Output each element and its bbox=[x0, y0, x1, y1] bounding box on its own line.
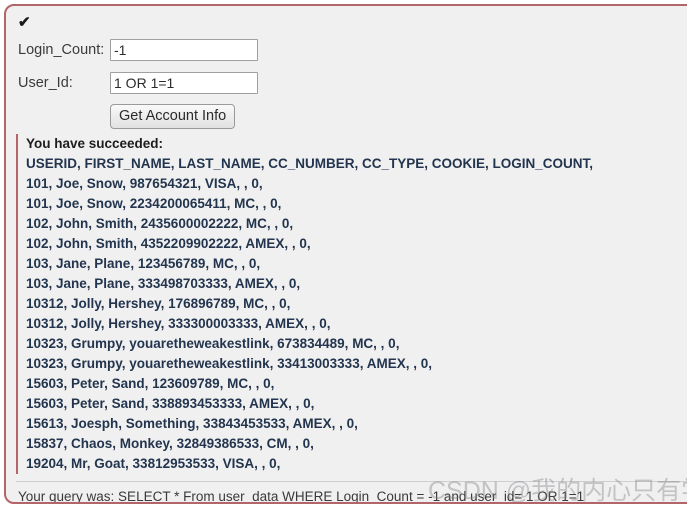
status-row: ✔ bbox=[6, 6, 687, 36]
check-icon: ✔ bbox=[18, 14, 31, 31]
login-count-label: Login_Count: bbox=[18, 42, 105, 58]
result-row: 10323, Grumpy, youaretheweakestlink, 673… bbox=[26, 336, 400, 351]
result-row: 101, Joe, Snow, 2234200065411, MC, , 0, bbox=[26, 196, 282, 211]
result-row: 101, Joe, Snow, 987654321, VISA, , 0, bbox=[26, 176, 263, 191]
result-row: 10312, Jolly, Hershey, 176896789, MC, , … bbox=[26, 296, 291, 311]
user-id-input[interactable] bbox=[110, 72, 258, 94]
result-row: 103, Jane, Plane, 333498703333, AMEX, , … bbox=[26, 276, 301, 291]
query-text: Your query was: SELECT * From user_data … bbox=[18, 489, 585, 504]
result-row: 15603, Peter, Sand, 123609789, MC, , 0, bbox=[26, 376, 275, 391]
result-row: 102, John, Smith, 4352209902222, AMEX, ,… bbox=[26, 236, 311, 251]
lesson-panel: ✔ Login_Count: User_Id: Get Account Info… bbox=[4, 4, 687, 504]
result-row: 15613, Joesph, Something, 33843453533, A… bbox=[26, 416, 358, 431]
get-account-info-button[interactable]: Get Account Info bbox=[110, 103, 236, 129]
result-row: 10323, Grumpy, youaretheweakestlink, 334… bbox=[26, 356, 432, 371]
success-message: You have succeeded: bbox=[26, 136, 164, 151]
result-row: 15603, Peter, Sand, 338893453333, AMEX, … bbox=[26, 396, 315, 411]
form-row-login-count: Login_Count: bbox=[18, 38, 687, 62]
result-row: 10312, Jolly, Hershey, 333300003333, AME… bbox=[26, 316, 331, 331]
results-column-header: USERID, FIRST_NAME, LAST_NAME, CC_NUMBER… bbox=[26, 156, 594, 171]
form-row-user-id: User_Id: bbox=[18, 71, 687, 95]
results-rows: 101, Joe, Snow, 987654321, VISA, , 0, 101… bbox=[26, 174, 687, 474]
query-footer: Your query was: SELECT * From user_data … bbox=[16, 481, 687, 504]
user-id-label: User_Id: bbox=[18, 75, 73, 91]
form-row-submit: Get Account Info bbox=[18, 103, 687, 129]
login-count-input[interactable] bbox=[110, 39, 258, 61]
account-info-form: Login_Count: User_Id: Get Account Info bbox=[6, 36, 687, 129]
results-block: You have succeeded: USERID, FIRST_NAME, … bbox=[16, 134, 687, 474]
result-row: 19204, Mr, Goat, 33812953533, VISA, , 0, bbox=[26, 456, 281, 471]
result-row: 103, Jane, Plane, 123456789, MC, , 0, bbox=[26, 256, 261, 271]
result-row: 102, John, Smith, 2435600002222, MC, , 0… bbox=[26, 216, 294, 231]
result-row: 15837, Chaos, Monkey, 32849386533, CM, ,… bbox=[26, 436, 314, 451]
